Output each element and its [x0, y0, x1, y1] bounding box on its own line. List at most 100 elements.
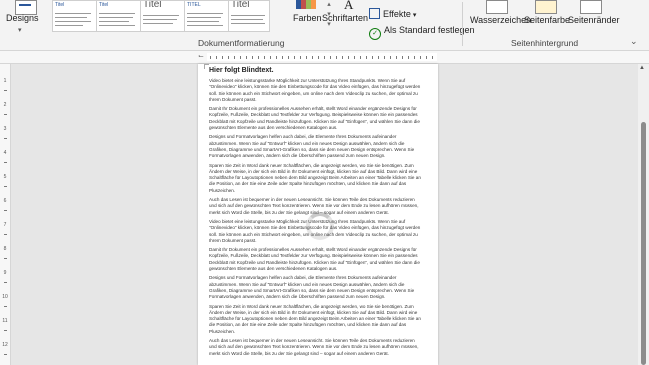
ruler-tick [4, 138, 7, 139]
ruler-tick [360, 56, 361, 59]
thumb-title: TITEL [187, 2, 201, 8]
ruler-tick [264, 56, 265, 59]
style-set-thumb-3[interactable]: Titel [140, 0, 185, 32]
style-set-thumb-2[interactable]: Titel [96, 0, 141, 32]
ruler-tick [390, 56, 391, 59]
style-set-thumb-5[interactable]: Titel [228, 0, 270, 32]
ruler-number: 3 [3, 126, 7, 132]
page-color-label: Seitenfarbe [524, 15, 571, 25]
ruler-tick [288, 56, 289, 59]
effects-button[interactable]: Effekte ▾ [369, 8, 416, 19]
document-paragraph: Damit Ihr Dokument ein professionelles A… [209, 106, 420, 131]
effects-label: Effekte [383, 9, 411, 19]
ruler-tick [408, 56, 409, 59]
collapse-ribbon-icon[interactable]: ⌄ [630, 36, 638, 47]
ruler-number: 2 [3, 102, 7, 108]
ruler-tick [330, 56, 331, 59]
page-borders-icon [580, 0, 602, 14]
ruler-tick [234, 56, 235, 59]
ruler-tick [4, 330, 7, 331]
fonts-icon: A [344, 0, 354, 12]
vertical-scrollbar[interactable]: ▲ [638, 64, 649, 365]
ruler-tick [396, 56, 397, 59]
thumb-title: Titel [143, 0, 162, 10]
horizontal-ruler: ⌙ [0, 51, 649, 64]
ruler-tick [240, 56, 241, 59]
designs-button[interactable]: Designs ▾ [6, 0, 46, 38]
thumb-title: Titel [231, 0, 250, 10]
vertical-ruler: 1 2 3 4 5 6 7 8 9 10 11 12 [0, 64, 11, 365]
ruler-tick [414, 56, 415, 59]
effects-icon [369, 8, 380, 19]
ruler-number: 7 [3, 222, 7, 228]
ruler-tick [216, 56, 217, 59]
ruler-tick [4, 354, 7, 355]
scrollbar-thumb[interactable] [641, 122, 646, 365]
ruler-number: 8 [3, 246, 7, 252]
document-heading: Hier folgt Blindtext. [209, 67, 274, 74]
group-label-document-formatting: Dokumentformatierung [198, 38, 285, 48]
ruler-tick [228, 56, 229, 59]
ruler-tick [324, 56, 325, 59]
loading-spinner [306, 212, 334, 240]
ruler-tick [258, 56, 259, 59]
ruler-tick [210, 56, 211, 59]
ruler-number: 11 [2, 318, 8, 324]
ruler-tick [4, 282, 7, 283]
ruler-tick [282, 56, 283, 59]
ruler-tick [222, 56, 223, 59]
watermark-label: Wasserzeichen [470, 15, 532, 25]
ruler-number: 9 [3, 270, 7, 276]
document-paragraph: Designs und Formatvorlagen helfen auch d… [209, 275, 415, 300]
ruler-tick [4, 210, 7, 211]
ruler-tick [426, 56, 427, 59]
fonts-label: Schriftarten [322, 13, 369, 23]
ruler-number: 6 [3, 198, 7, 204]
style-set-thumb-1[interactable]: Titel [52, 0, 97, 32]
ruler-tick [342, 56, 343, 59]
thumb-title: Titel [99, 2, 109, 8]
ruler-tick [4, 258, 7, 259]
watermark-icon [486, 0, 508, 14]
ruler-tick [372, 56, 373, 59]
watermark-button[interactable]: Wasserzeichen [470, 0, 532, 25]
page-color-icon [535, 0, 557, 14]
ruler-tick [246, 56, 247, 59]
style-set-thumb-4[interactable]: TITEL [184, 0, 229, 32]
ruler-tick [4, 162, 7, 163]
ruler-tick [4, 114, 7, 115]
ruler-number: 10 [2, 294, 8, 300]
ruler-tick [4, 234, 7, 235]
ruler-tick [252, 56, 253, 59]
set-default-button[interactable]: ✓ Als Standard festlegen [369, 25, 475, 40]
tab-selector[interactable]: ⌙ [197, 52, 205, 62]
page-color-button[interactable]: Seitenfarbe [524, 0, 571, 25]
ruler-tick [270, 56, 271, 59]
ruler-tick [4, 90, 7, 91]
chevron-up-icon[interactable]: ▴ [323, 0, 335, 10]
document-paragraph: Video bietet eine leistungsstarke Möglic… [209, 78, 421, 102]
palette-icon [296, 0, 316, 9]
document-paragraph: Sparen Sie Zeit in Word dank neuer Schal… [209, 162, 421, 193]
ruler-tick [318, 56, 319, 59]
designs-label: Designs [6, 13, 39, 23]
scroll-up-icon[interactable]: ▲ [639, 65, 645, 71]
document-paragraph: Sparen Sie Zeit in Word dank neuer Schal… [209, 303, 421, 334]
ruler-tick [294, 56, 295, 59]
set-default-label: Als Standard festlegen [384, 25, 475, 35]
ruler-tick [312, 56, 313, 59]
document-paragraph: Auch das Lesen ist bequemer in der neuen… [209, 337, 419, 356]
ruler-tick [432, 56, 433, 59]
ruler-tick [300, 56, 301, 59]
ruler-tick [306, 56, 307, 59]
ribbon: Designs ▾ Titel Titel Titel TITEL Titel … [0, 0, 649, 51]
style-set-gallery: Titel Titel Titel TITEL Titel ▴ ▾ ▾ [52, 0, 331, 32]
ruler-tick [4, 306, 7, 307]
ruler-tick [366, 56, 367, 59]
page-borders-button[interactable]: Seitenränder [568, 0, 620, 25]
divider [462, 2, 463, 46]
ruler-tick [336, 56, 337, 59]
ruler-tick [4, 186, 7, 187]
ruler-tick [276, 56, 277, 59]
ruler-number: 12 [2, 342, 8, 348]
